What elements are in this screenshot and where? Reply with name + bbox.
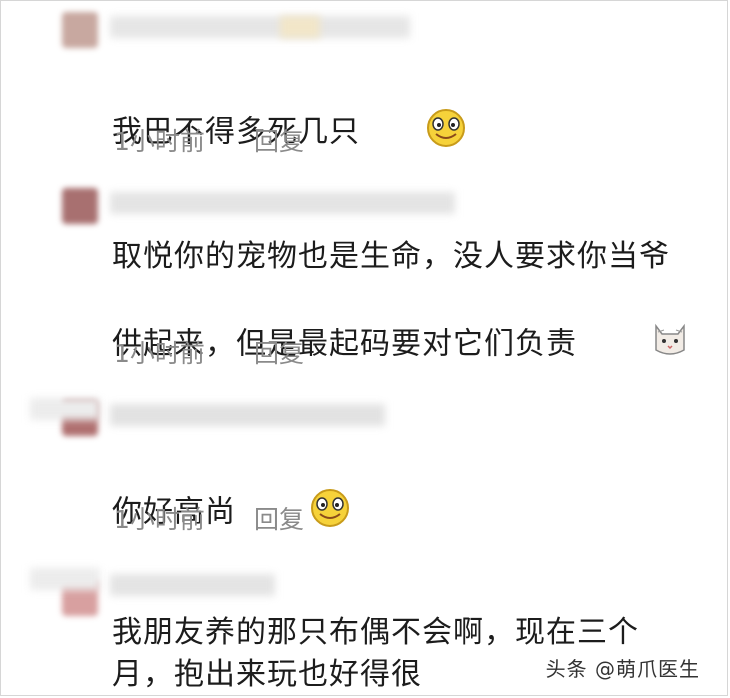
comment-meta: 1小时前 回复 [114, 500, 304, 536]
username-redacted [110, 16, 410, 38]
username-redacted [30, 568, 100, 590]
avatar[interactable] [62, 188, 98, 224]
watermark: 头条 @萌爪医生 [545, 657, 700, 681]
cat-face-icon [587, 278, 690, 412]
avatar[interactable] [62, 12, 98, 48]
reply-button[interactable]: 回复 [254, 339, 304, 368]
username-redacted [110, 192, 455, 214]
username-redacted [30, 398, 100, 420]
page: { "comments": [ { "text": "我巴不得多死几只", "e… [0, 0, 730, 698]
badge-redacted [280, 16, 320, 38]
comment-text: 取悦你的宠物也是生命，没人要求你当爷 供起来，但是最起码要对它们负责 [112, 236, 690, 412]
smile-face-icon [360, 64, 469, 202]
timestamp: 1小时前 [114, 339, 205, 368]
reply-button[interactable]: 回复 [254, 127, 304, 156]
username-redacted [110, 574, 275, 596]
comment-meta: 1小时前 回复 [114, 334, 304, 370]
comment-meta: 1小时前 回复 [114, 122, 304, 158]
username-redacted [110, 404, 385, 426]
timestamp: 1小时前 [114, 127, 205, 156]
reply-button[interactable]: 回复 [254, 505, 304, 534]
timestamp: 1小时前 [114, 505, 205, 534]
